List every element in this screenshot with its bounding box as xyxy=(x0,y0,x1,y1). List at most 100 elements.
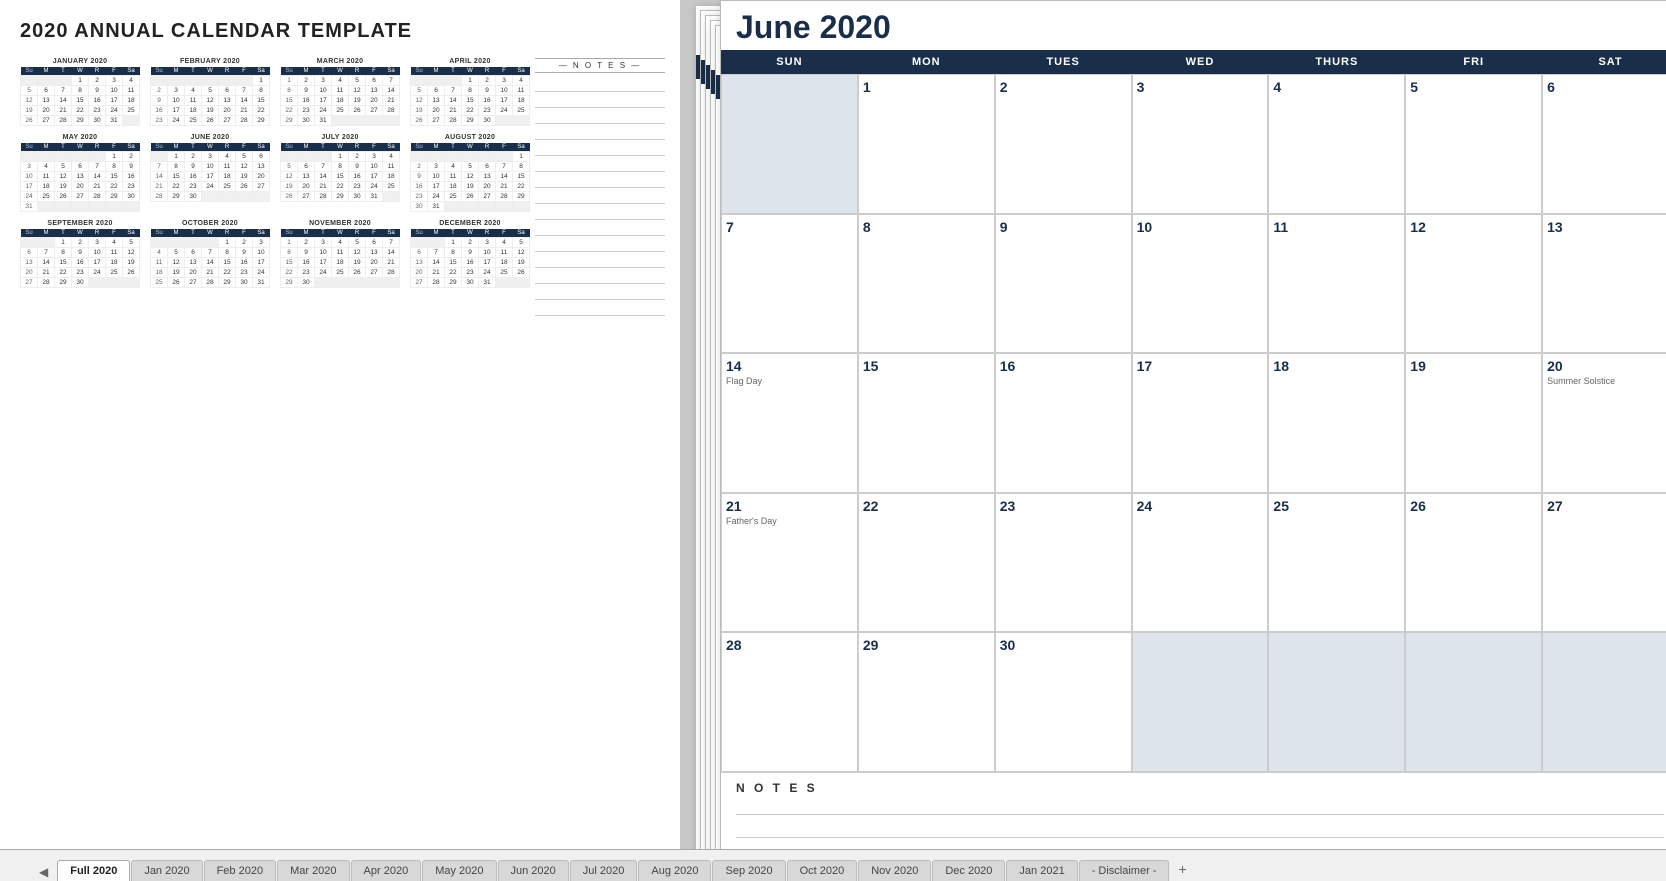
june-cell-14: 14Flag Day xyxy=(721,353,858,493)
notes-line xyxy=(535,76,665,92)
tab-feb-2020[interactable]: Feb 2020 xyxy=(204,860,276,881)
tab-oct-2020[interactable]: Oct 2020 xyxy=(787,860,858,881)
tab-add-button[interactable]: + xyxy=(1170,857,1194,881)
notes-line xyxy=(535,204,665,220)
notes-lines-container xyxy=(535,76,665,316)
tab-aug-2020[interactable]: Aug 2020 xyxy=(638,860,711,881)
app-container: 2020 ANNUAL CALENDAR TEMPLATE JANUARY 20… xyxy=(0,0,1666,881)
june-cell-27: 27 xyxy=(1542,493,1666,633)
june-cell-empty xyxy=(1132,632,1269,772)
june-notes-line xyxy=(736,846,1664,849)
june-cell-22: 22 xyxy=(858,493,995,633)
tab-jan-2021[interactable]: Jan 2021 xyxy=(1006,860,1077,881)
tab---disclaimer--[interactable]: - Disclaimer - xyxy=(1079,860,1170,881)
june-cal-body: 1234567891011121314Flag Day151617181920S… xyxy=(721,74,1666,772)
monthly-stack: January 2020 SUNMONTUESWEDTHURSFRISAT Fe… xyxy=(680,0,1666,849)
tab-nav-left[interactable]: ◀ xyxy=(30,863,57,881)
main-content: 2020 ANNUAL CALENDAR TEMPLATE JANUARY 20… xyxy=(0,0,1666,849)
june-cell-5: 5 xyxy=(1405,74,1542,214)
june-cell-12: 12 xyxy=(1405,214,1542,354)
june-cell-9: 9 xyxy=(995,214,1132,354)
june-cal-header: SUN MON TUES WED THURS FRI SAT xyxy=(721,50,1666,74)
notes-line xyxy=(535,108,665,124)
sheet-june: June 2020 SUN MON TUES WED THURS FRI SAT… xyxy=(720,0,1666,849)
mini-month-june-2020: JUNE 2020SuMTWRFSa1234567891011121314151… xyxy=(150,134,270,212)
tab-may-2020[interactable]: May 2020 xyxy=(422,860,496,881)
sheet-june-content: June 2020 SUN MON TUES WED THURS FRI SAT… xyxy=(721,1,1666,849)
tab-bar: ◀ Full 2020Jan 2020Feb 2020Mar 2020Apr 2… xyxy=(0,849,1666,881)
mini-month-march-2020: MARCH 2020SuMTWRFSa123456789101112131415… xyxy=(280,58,400,126)
june-notes-label: N O T E S xyxy=(736,781,1664,795)
mini-month-january-2020: JANUARY 2020SuMTWRFSa1234567891011121314… xyxy=(20,58,140,126)
mini-month-august-2020: AUGUST 2020SuMTWRFSa12345678910111213141… xyxy=(410,134,530,212)
june-cell-28: 28 xyxy=(721,632,858,772)
mini-month-july-2020: JULY 2020SuMTWRFSa1234567891011121314151… xyxy=(280,134,400,212)
june-cell-20: 20Summer Solstice xyxy=(1542,353,1666,493)
june-cell-11: 11 xyxy=(1268,214,1405,354)
june-cell-19: 19 xyxy=(1405,353,1542,493)
months-container: JANUARY 2020SuMTWRFSa1234567891011121314… xyxy=(20,58,530,316)
tab-nov-2020[interactable]: Nov 2020 xyxy=(858,860,931,881)
notes-line xyxy=(535,188,665,204)
tab-sep-2020[interactable]: Sep 2020 xyxy=(712,860,785,881)
june-cell-empty xyxy=(1542,632,1666,772)
mini-month-april-2020: APRIL 2020SuMTWRFSa123456789101112131415… xyxy=(410,58,530,126)
notes-line xyxy=(535,236,665,252)
june-notes-line xyxy=(736,823,1664,838)
june-cell-16: 16 xyxy=(995,353,1132,493)
tab-jul-2020[interactable]: Jul 2020 xyxy=(570,860,638,881)
notes-line xyxy=(535,124,665,140)
june-cell-26: 26 xyxy=(1405,493,1542,633)
notes-line xyxy=(535,92,665,108)
june-cell-10: 10 xyxy=(1132,214,1269,354)
notes-line xyxy=(535,268,665,284)
mini-month-february-2020: FEBRUARY 2020SuMTWRFSa123456789101112131… xyxy=(150,58,270,126)
notes-line xyxy=(535,172,665,188)
mini-month-november-2020: NOVEMBER 2020SuMTWRFSa123456789101112131… xyxy=(280,220,400,288)
tab-items-container: Full 2020Jan 2020Feb 2020Mar 2020Apr 202… xyxy=(57,857,1194,881)
june-cell-15: 15 xyxy=(858,353,995,493)
sheet-june-title: June 2020 xyxy=(721,1,1666,50)
notes-line xyxy=(535,140,665,156)
june-cell-1: 1 xyxy=(858,74,995,214)
tab-jan-2020[interactable]: Jan 2020 xyxy=(131,860,202,881)
mini-month-december-2020: DECEMBER 2020SuMTWRFSa123456789101112131… xyxy=(410,220,530,288)
annual-panel: 2020 ANNUAL CALENDAR TEMPLATE JANUARY 20… xyxy=(0,0,680,849)
june-cell-17: 17 xyxy=(1132,353,1269,493)
june-cell-7: 7 xyxy=(721,214,858,354)
tab-jun-2020[interactable]: Jun 2020 xyxy=(498,860,569,881)
june-cell-6: 6 xyxy=(1542,74,1666,214)
june-cell-2: 2 xyxy=(995,74,1132,214)
june-notes-section: N O T E S xyxy=(721,772,1666,849)
tab-nav-prev[interactable]: ◀ xyxy=(35,863,52,881)
june-cell-empty xyxy=(1268,632,1405,772)
june-cell-30: 30 xyxy=(995,632,1132,772)
notes-title: — N O T E S — xyxy=(535,58,665,73)
tab-dec-2020[interactable]: Dec 2020 xyxy=(932,860,1005,881)
tab-apr-2020[interactable]: Apr 2020 xyxy=(351,860,422,881)
tab-full-2020[interactable]: Full 2020 xyxy=(57,860,130,881)
mini-month-september-2020: SEPTEMBER 2020SuMTWRFSa12345678910111213… xyxy=(20,220,140,288)
months-and-notes: JANUARY 2020SuMTWRFSa1234567891011121314… xyxy=(20,58,665,316)
june-cell-3: 3 xyxy=(1132,74,1269,214)
june-cell-18: 18 xyxy=(1268,353,1405,493)
mini-month-may-2020: MAY 2020SuMTWRFSa12345678910111213141516… xyxy=(20,134,140,212)
june-cell-4: 4 xyxy=(1268,74,1405,214)
notes-line xyxy=(535,220,665,236)
notes-line xyxy=(535,252,665,268)
annual-title: 2020 ANNUAL CALENDAR TEMPLATE xyxy=(20,20,665,43)
june-cell-13: 13 xyxy=(1542,214,1666,354)
june-cell-29: 29 xyxy=(858,632,995,772)
june-cell-23: 23 xyxy=(995,493,1132,633)
june-cell-21: 21Father's Day xyxy=(721,493,858,633)
notes-line xyxy=(535,300,665,316)
notes-line xyxy=(535,156,665,172)
mini-month-october-2020: OCTOBER 2020SuMTWRFSa1234567891011121314… xyxy=(150,220,270,288)
tab-mar-2020[interactable]: Mar 2020 xyxy=(277,860,349,881)
june-cell-empty xyxy=(721,74,858,214)
notes-line xyxy=(535,284,665,300)
june-notes-lines xyxy=(736,800,1664,849)
june-cell-empty xyxy=(1405,632,1542,772)
june-cell-25: 25 xyxy=(1268,493,1405,633)
june-cell-24: 24 xyxy=(1132,493,1269,633)
